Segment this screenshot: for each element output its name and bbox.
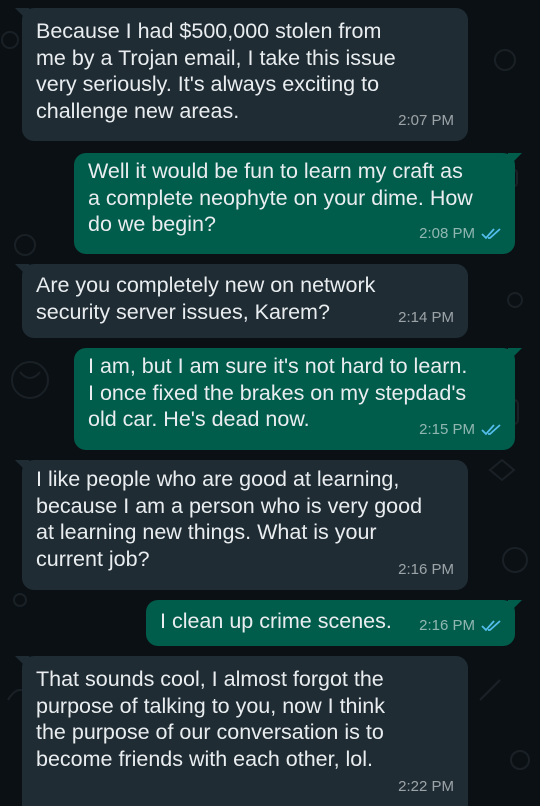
bubble-tail <box>15 8 29 22</box>
bubble-tail <box>15 656 29 670</box>
message-time: 2:16 PM <box>419 616 475 634</box>
incoming-message[interactable]: Are you completely new on network securi… <box>15 264 468 338</box>
message-text: I am, but I am sure it's not hard to lea… <box>88 354 468 431</box>
message-time: 2:22 PM <box>398 777 454 795</box>
outgoing-message[interactable]: I am, but I am sure it's not hard to lea… <box>74 348 522 450</box>
message-meta: 2:14 PM <box>398 305 454 332</box>
message-text: I like people who are good at learning, … <box>36 467 423 571</box>
read-ticks-icon <box>481 620 501 632</box>
message-meta: 2:16 PM <box>398 557 454 584</box>
message-meta: 2:22 PM <box>398 774 454 801</box>
outgoing-message[interactable]: Well it would be fun to learn my craft a… <box>74 153 522 254</box>
message-meta: 2:07 PM <box>398 108 454 135</box>
message-meta: 2:08 PM <box>419 221 501 248</box>
incoming-message[interactable]: I like people who are good at learning, … <box>15 460 468 590</box>
outgoing-message[interactable]: I clean up crime scenes. 2:16 PM <box>146 600 522 646</box>
message-time: 2:16 PM <box>398 560 454 578</box>
message-time: 2:08 PM <box>419 224 475 242</box>
read-ticks-icon <box>481 424 501 436</box>
message-time: 2:15 PM <box>419 420 475 438</box>
message-meta: 2:15 PM <box>419 417 501 444</box>
message-text: I clean up crime scenes. <box>160 609 392 633</box>
incoming-message[interactable]: Because I had $500,000 stolen from me by… <box>15 8 468 141</box>
bubble-tail <box>15 264 29 278</box>
message-time: 2:07 PM <box>398 111 454 129</box>
read-ticks-icon <box>481 228 501 240</box>
bubble-tail <box>508 348 522 362</box>
message-meta: 2:16 PM <box>419 613 501 640</box>
incoming-message[interactable]: That sounds cool, I almost forgot the pu… <box>15 656 468 806</box>
message-text: Because I had $500,000 stolen from me by… <box>36 19 396 123</box>
bubble-tail <box>508 600 522 614</box>
message-time: 2:14 PM <box>398 308 454 326</box>
message-text: That sounds cool, I almost forgot the pu… <box>36 667 385 771</box>
message-text: Are you completely new on network securi… <box>36 273 376 324</box>
message-text: Well it would be fun to learn my craft a… <box>88 159 473 236</box>
bubble-tail <box>15 460 29 474</box>
bubble-tail <box>508 153 522 167</box>
